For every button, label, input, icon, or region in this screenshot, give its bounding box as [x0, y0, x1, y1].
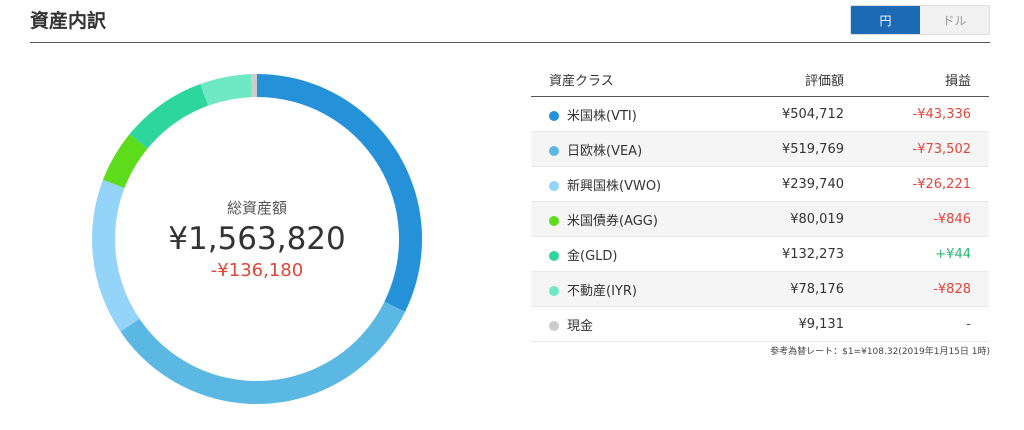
asset-class-cell: 現金: [531, 306, 731, 342]
legend-dot-icon: [549, 285, 559, 296]
valuation-cell: ¥239,740: [730, 166, 862, 202]
section-header: 資産内訳 円 ドル: [30, 0, 990, 43]
legend-dot-icon: [549, 180, 559, 191]
valuation-cell: ¥519,769: [730, 131, 862, 167]
profit-loss-cell: +¥44: [861, 236, 989, 272]
profit-loss-cell: -¥846: [861, 201, 989, 237]
valuation-cell: ¥132,273: [730, 236, 862, 272]
currency-yen-button[interactable]: 円: [851, 6, 920, 34]
legend-dot-icon: [549, 215, 559, 226]
valuation-cell: ¥78,176: [730, 271, 862, 307]
legend-dot-icon: [549, 110, 559, 121]
profit-loss-cell: -¥828: [861, 271, 989, 307]
legend-dot-icon: [549, 250, 559, 261]
profit-loss-cell: -: [861, 306, 989, 342]
page-title: 資産内訳: [30, 10, 107, 32]
currency-toggle: 円 ドル: [850, 5, 990, 35]
asset-class-name: 現金: [567, 318, 594, 334]
valuation-cell: ¥504,712: [730, 96, 862, 132]
currency-dollar-button[interactable]: ドル: [920, 6, 989, 34]
asset-class-cell: 金(GLD): [531, 236, 731, 272]
asset-class-name: 米国債券(AGG): [567, 213, 658, 229]
table-row: 米国債券(AGG) ¥80,019 -¥846: [531, 201, 989, 237]
asset-class-name: 新興国株(VWO): [567, 178, 662, 194]
total-change-value: -¥136,180: [210, 259, 304, 281]
asset-class-cell: 不動産(IYR): [531, 271, 731, 307]
header-valuation: 評価額: [730, 62, 862, 97]
asset-class-name: 金(GLD): [567, 248, 618, 264]
asset-donut-chart: 総資産額 ¥1,563,820 -¥136,180: [84, 66, 430, 412]
donut-center: 総資産額 ¥1,563,820 -¥136,180: [84, 66, 430, 412]
asset-class-name: 日欧株(VEA): [567, 143, 643, 159]
total-assets-value: ¥1,563,820: [168, 221, 346, 258]
valuation-cell: ¥80,019: [730, 201, 862, 237]
valuation-cell: ¥9,131: [730, 306, 862, 342]
table-row: 現金 ¥9,131-: [531, 306, 989, 342]
table-row: 日欧株(VEA) ¥519,769 -¥73,502: [531, 131, 989, 167]
asset-class-cell: 米国債券(AGG): [531, 201, 731, 237]
header-profit-loss: 損益: [861, 62, 989, 97]
table-row: 金(GLD) ¥132,273 +¥44: [531, 236, 989, 272]
legend-dot-icon: [549, 320, 559, 331]
profit-loss-cell: -¥43,336: [861, 96, 989, 132]
asset-class-cell: 日欧株(VEA): [531, 131, 731, 167]
asset-class-name: 不動産(IYR): [567, 283, 637, 299]
table-row: 米国株(VTI) ¥504,712 -¥43,336: [531, 96, 989, 132]
total-assets-label: 総資産額: [226, 199, 287, 218]
table-header-row: 資産クラス 評価額 損益: [531, 62, 989, 97]
asset-class-cell: 米国株(VTI): [531, 96, 731, 132]
table-row: 新興国株(VWO) ¥239,740 -¥26,221: [531, 166, 989, 202]
profit-loss-cell: -¥73,502: [861, 131, 989, 167]
asset-class-cell: 新興国株(VWO): [531, 166, 731, 202]
asset-table: 資産クラス 評価額 損益 米国株(VTI) ¥504,712 -¥43,336 日欧株…: [531, 62, 989, 342]
table-row: 不動産(IYR) ¥78,176 -¥828: [531, 271, 989, 307]
asset-class-name: 米国株(VTI): [567, 108, 637, 124]
profit-loss-cell: -¥26,221: [861, 166, 989, 202]
exchange-rate-note: 参考為替レート：$1=¥108.32(2019年1月15日 1時): [770, 347, 990, 357]
header-asset-class: 資産クラス: [531, 62, 731, 97]
legend-dot-icon: [549, 145, 559, 156]
